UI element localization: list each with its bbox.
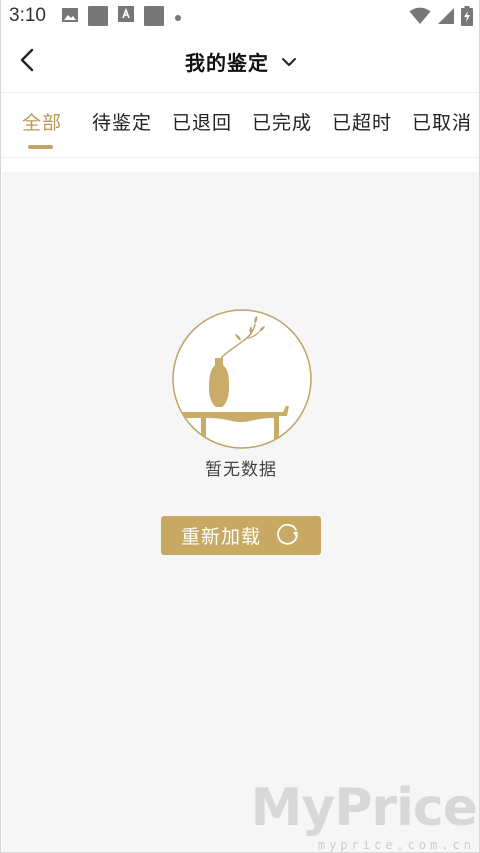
watermark-domain: myprice.com.cn	[317, 838, 475, 852]
reload-label: 重新加载	[180, 526, 261, 548]
chevron-left-icon	[19, 48, 35, 76]
tab-completed[interactable]: 已完成	[252, 108, 312, 135]
chevron-down-icon	[281, 52, 297, 71]
app-screen: 3:10 我的鉴定 全部 待鉴定 已退回 已完成 已超时 已取消 暂无数据 重新…	[0, 0, 480, 853]
image-icon	[61, 7, 78, 26]
back-button[interactable]	[11, 46, 43, 78]
header-bar: 我的鉴定	[1, 32, 479, 90]
tab-returned[interactable]: 已退回	[172, 108, 232, 135]
square-icon	[143, 6, 164, 26]
reload-button[interactable]: 重新加载	[161, 516, 321, 555]
status-time: 3:10	[9, 5, 46, 26]
title-dropdown[interactable]: 我的鉴定	[185, 47, 297, 76]
wifi-icon	[409, 7, 431, 29]
vase-on-table-icon	[171, 308, 313, 450]
empty-message: 暂无数据	[205, 460, 277, 480]
watermark-logo: MyPrice	[250, 778, 478, 838]
page-title: 我的鉴定	[185, 50, 269, 75]
tab-cancelled[interactable]: 已取消	[412, 108, 472, 135]
status-bar: 3:10	[1, 0, 479, 32]
status-right-icons	[409, 6, 473, 30]
refresh-icon	[275, 521, 301, 551]
tab-all[interactable]: 全部	[22, 108, 62, 135]
a-square-icon	[117, 6, 134, 26]
signal-icon	[437, 7, 455, 29]
tab-pending[interactable]: 待鉴定	[92, 108, 152, 135]
dot-icon	[174, 7, 182, 26]
tab-timeout[interactable]: 已超时	[332, 108, 392, 135]
square-icon	[87, 6, 108, 26]
battery-charging-icon	[461, 6, 473, 30]
content-area: 暂无数据 重新加载	[2, 172, 479, 852]
active-tab-indicator	[28, 145, 53, 149]
status-tabs: 全部 待鉴定 已退回 已完成 已超时 已取消	[1, 92, 479, 158]
